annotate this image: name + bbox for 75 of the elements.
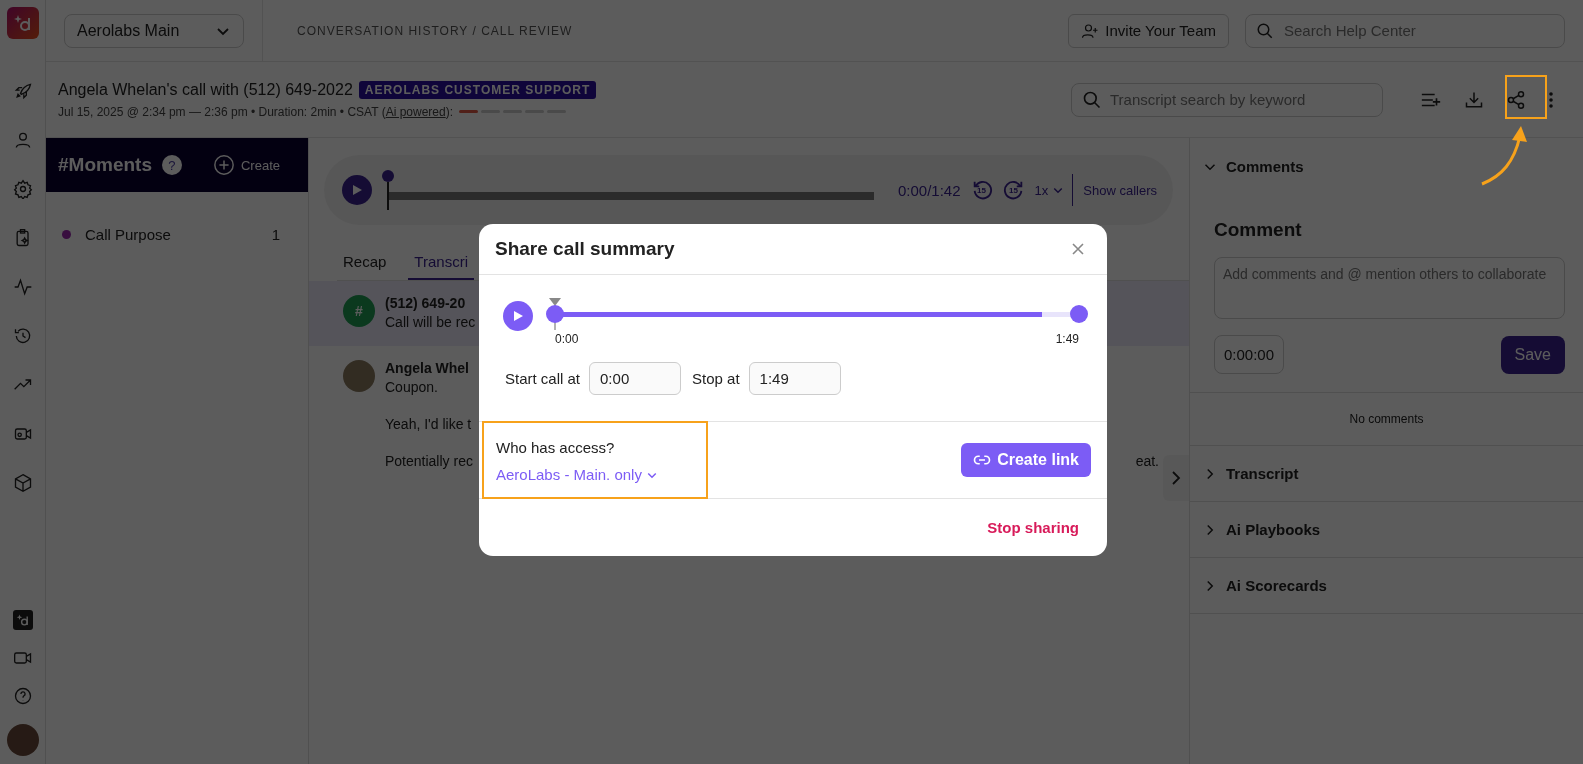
rocket-icon[interactable] <box>12 81 33 101</box>
save-button[interactable]: Save <box>1500 335 1565 374</box>
add-circle-icon <box>212 154 235 176</box>
speaker-name: Angela Whel <box>385 360 469 376</box>
transcript-text: Potentially rec <box>385 453 473 469</box>
expand-panel-button[interactable] <box>1163 455 1189 501</box>
close-icon[interactable] <box>1071 242 1085 256</box>
empty-message: No comments <box>1349 412 1424 426</box>
start-time-field[interactable]: 0:00 <box>589 362 682 395</box>
call-meta: ): <box>445 104 453 119</box>
user-avatar[interactable] <box>6 724 39 756</box>
invite-team-button[interactable]: Invite Your Team <box>1068 13 1229 48</box>
play-icon <box>512 310 524 322</box>
play-button[interactable] <box>503 301 533 331</box>
speed-select[interactable]: 1x <box>1034 174 1074 206</box>
team-tag: AEROLABS CUSTOMER SUPPORT <box>358 80 597 99</box>
moments-title: #Moments <box>58 154 152 176</box>
stop-sharing-button[interactable]: Stop sharing <box>987 519 1079 536</box>
access-select[interactable]: AeroLabs - Main. only <box>496 466 694 483</box>
search-icon <box>1256 21 1274 40</box>
history-icon[interactable] <box>12 326 33 346</box>
field-label: Start call at <box>505 370 581 387</box>
share-icon[interactable] <box>1506 89 1526 110</box>
call-meta: Jul 15, 2025 @ 2:34 pm — 2:36 pm • Duration: 2min • CSAT ( <box>58 104 386 119</box>
transcript-text: eat. <box>1135 453 1159 469</box>
ai-powered-link[interactable]: Ai powered <box>385 104 446 119</box>
speaker-avatar <box>343 360 375 392</box>
cube-icon[interactable] <box>12 473 33 493</box>
show-callers-link[interactable]: Show callers <box>1083 182 1157 198</box>
tick-label: 1:49 <box>1055 332 1079 346</box>
app-logo-icon[interactable] <box>12 610 33 630</box>
call-title: Angela Whelan's call with (512) 649-2022 <box>58 80 353 99</box>
access-label: Who has access? <box>496 439 616 456</box>
speaker-name: (512) 649-20 <box>385 295 466 311</box>
play-time: 0:00/1:42 <box>898 181 961 199</box>
speaker-avatar: # <box>343 295 375 327</box>
field-label: Stop at <box>692 370 740 387</box>
comment-heading: Comment <box>1214 219 1303 241</box>
section-toggle[interactable]: Transcript <box>1190 446 1583 502</box>
workspace-select[interactable]: Aerolabs Main <box>64 13 244 48</box>
annotation-arrow <box>1480 124 1530 188</box>
skip-back-button[interactable]: 15 <box>970 179 993 201</box>
create-link-button[interactable]: Create link <box>961 443 1091 477</box>
timestamp-field[interactable]: 0:00:00 <box>1214 335 1285 374</box>
play-icon <box>351 184 363 196</box>
play-button[interactable] <box>342 175 372 205</box>
app-logo-icon[interactable] <box>6 7 39 39</box>
range-end-handle[interactable] <box>1070 305 1088 323</box>
range-start-handle[interactable] <box>546 305 564 323</box>
create-moment-button[interactable]: Create <box>212 154 280 176</box>
help-badge[interactable]: ? <box>161 155 182 175</box>
more-options-icon[interactable] <box>1548 90 1554 109</box>
section-toggle[interactable]: Ai Scorecards <box>1190 558 1583 614</box>
comments-section-toggle[interactable]: Comments <box>1190 138 1583 195</box>
help-icon[interactable] <box>12 686 33 706</box>
section-toggle[interactable]: Ai Playbooks <box>1190 502 1583 558</box>
transcript-text: Coupon. <box>385 379 438 395</box>
moment-item[interactable]: Call Purpose 1 <box>46 226 308 243</box>
breadcrumb: CONVERSATION HISTORY / CALL REVIEW <box>297 23 573 38</box>
tick-label: 0:00 <box>555 332 579 346</box>
dialog-title: Share call summary <box>495 238 675 260</box>
highlight-box <box>1505 75 1547 119</box>
stop-time-field[interactable]: 1:49 <box>748 362 841 395</box>
range-slider[interactable] <box>546 296 1088 332</box>
transcript-text: Yeah, I'd like t <box>385 416 472 432</box>
pulse-icon[interactable] <box>12 277 33 297</box>
add-user-icon <box>1081 21 1100 40</box>
skip-forward-button[interactable]: 15 <box>1002 179 1025 201</box>
search-icon <box>1082 89 1102 110</box>
chevron-right-icon <box>1171 470 1181 486</box>
playhead-handle[interactable] <box>382 170 394 210</box>
settings-icon[interactable] <box>12 179 33 199</box>
transcript-text: Call will be rec <box>385 314 476 330</box>
tab[interactable]: Recap <box>337 245 393 280</box>
marker-pin-icon <box>549 298 561 330</box>
